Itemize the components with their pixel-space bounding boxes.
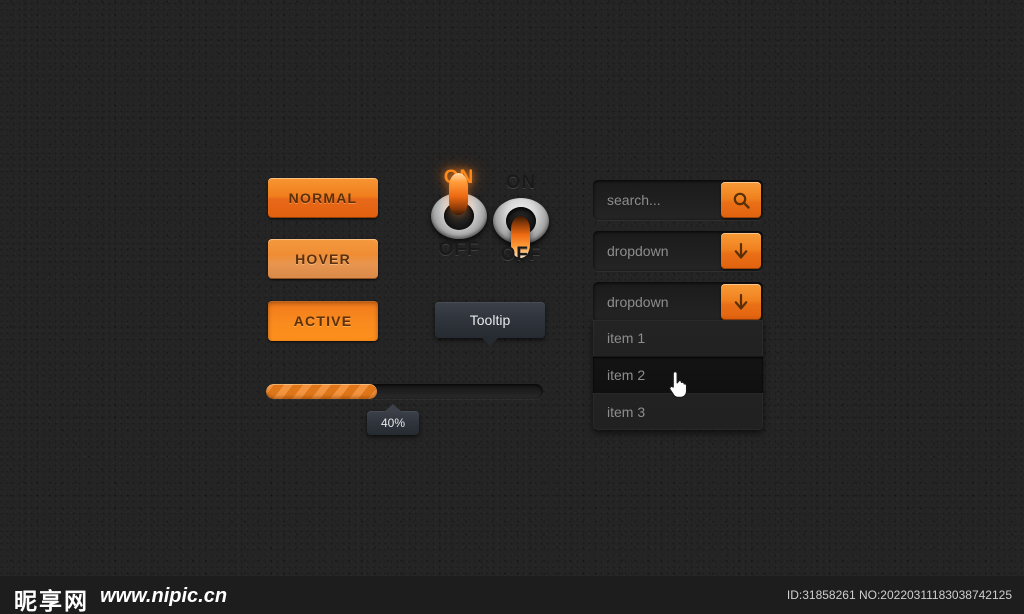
dropdown-item-1[interactable]: item 1 xyxy=(593,320,763,356)
progress-value-tooltip: 40% xyxy=(367,404,419,435)
button-active[interactable]: ACTIVE xyxy=(268,301,378,341)
watermark-url: www.nipic.cn xyxy=(100,585,228,607)
arrow-down-icon xyxy=(732,242,750,261)
toggle-switch-on[interactable]: ON OFF xyxy=(428,167,490,263)
tooltip-arrow-icon xyxy=(481,337,499,346)
dropdown-toggle-button[interactable] xyxy=(721,233,761,269)
switch-off-label: OFF xyxy=(438,239,480,260)
toggle-switch-off[interactable]: ON OFF xyxy=(490,172,552,268)
dropdown-value: dropdown xyxy=(607,243,669,259)
tooltip-arrow-icon xyxy=(384,404,402,412)
search-field[interactable]: search... xyxy=(593,180,763,220)
arrow-down-icon xyxy=(732,293,750,312)
progress-bar[interactable] xyxy=(266,384,543,399)
footer-watermark-bar: 昵享网 www.nipic.cn ID:31858261 NO:20220311… xyxy=(0,576,1024,614)
pointing-hand-cursor xyxy=(668,370,692,405)
ui-kit-canvas: NORMAL HOVER ACTIVE ON OFF ON OFF Toolti… xyxy=(0,0,1024,614)
switch-on-label: ON xyxy=(505,172,537,193)
progress-bar-fill xyxy=(266,384,377,399)
switch-lever[interactable] xyxy=(449,173,468,215)
dropdown-toggle-button[interactable] xyxy=(721,284,761,320)
search-input[interactable]: search... xyxy=(607,180,661,220)
dropdown-open[interactable]: dropdown xyxy=(593,282,763,322)
watermark-site-name: 昵享网 xyxy=(14,589,89,614)
switch-off-label: OFF xyxy=(500,244,542,265)
button-normal[interactable]: NORMAL xyxy=(268,178,378,218)
search-button[interactable] xyxy=(721,182,761,218)
watermark-id-text: ID:31858261 NO:20220311183038742125 xyxy=(786,588,1012,602)
tooltip-label: Tooltip xyxy=(469,312,511,328)
button-hover[interactable]: HOVER xyxy=(268,239,378,279)
search-icon xyxy=(732,191,751,210)
progress-value-label: 40% xyxy=(380,416,406,430)
tooltip-box: Tooltip xyxy=(435,302,545,346)
dropdown-closed[interactable]: dropdown xyxy=(593,231,763,271)
dropdown-value: dropdown xyxy=(607,294,669,310)
